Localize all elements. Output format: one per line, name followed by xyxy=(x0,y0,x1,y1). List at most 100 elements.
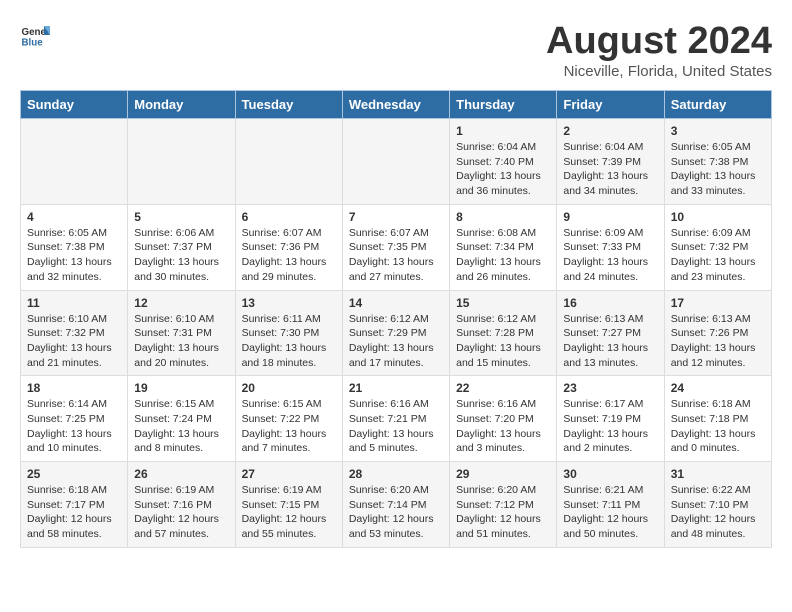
day-number: 2 xyxy=(563,124,657,138)
day-number: 4 xyxy=(27,210,121,224)
day-number: 11 xyxy=(27,296,121,310)
weekday-header-tuesday: Tuesday xyxy=(235,91,342,119)
day-number: 26 xyxy=(134,467,228,481)
calendar-cell: 13 Sunrise: 6:11 AM Sunset: 7:30 PM Dayli… xyxy=(235,290,342,376)
day-info: Sunrise: 6:19 AM Sunset: 7:16 PM Dayligh… xyxy=(134,483,228,542)
day-info: Sunrise: 6:14 AM Sunset: 7:25 PM Dayligh… xyxy=(27,397,121,456)
day-info: Sunrise: 6:20 AM Sunset: 7:12 PM Dayligh… xyxy=(456,483,550,542)
calendar-cell: 22 Sunrise: 6:16 AM Sunset: 7:20 PM Dayli… xyxy=(450,376,557,462)
calendar-cell: 2 Sunrise: 6:04 AM Sunset: 7:39 PM Daylig… xyxy=(557,119,664,205)
calendar-cell: 23 Sunrise: 6:17 AM Sunset: 7:19 PM Dayli… xyxy=(557,376,664,462)
day-number: 6 xyxy=(242,210,336,224)
day-number: 30 xyxy=(563,467,657,481)
calendar-cell: 3 Sunrise: 6:05 AM Sunset: 7:38 PM Daylig… xyxy=(664,119,771,205)
calendar-cell: 18 Sunrise: 6:14 AM Sunset: 7:25 PM Dayli… xyxy=(21,376,128,462)
calendar-cell: 5 Sunrise: 6:06 AM Sunset: 7:37 PM Daylig… xyxy=(128,204,235,290)
calendar-cell: 20Sunrise: 6:15 AM Sunset: 7:22 PM Dayli… xyxy=(235,376,342,462)
day-number: 9 xyxy=(563,210,657,224)
day-info: Sunrise: 6:05 AM Sunset: 7:38 PM Dayligh… xyxy=(27,226,121,285)
calendar-cell: 8 Sunrise: 6:08 AM Sunset: 7:34 PM Daylig… xyxy=(450,204,557,290)
day-info: Sunrise: 6:15 AM Sunset: 7:24 PM Dayligh… xyxy=(134,397,228,456)
calendar-cell xyxy=(128,119,235,205)
day-number: 7 xyxy=(349,210,443,224)
day-info: Sunrise: 6:08 AM Sunset: 7:34 PM Dayligh… xyxy=(456,226,550,285)
day-info: Sunrise: 6:19 AM Sunset: 7:15 PM Dayligh… xyxy=(242,483,336,542)
day-info: Sunrise: 6:13 AM Sunset: 7:26 PM Dayligh… xyxy=(671,312,765,371)
weekday-header-wednesday: Wednesday xyxy=(342,91,449,119)
calendar-cell: 24 Sunrise: 6:18 AM Sunset: 7:18 PM Dayli… xyxy=(664,376,771,462)
calendar-cell: 14 Sunrise: 6:12 AM Sunset: 7:29 PM Dayli… xyxy=(342,290,449,376)
calendar-cell: 28 Sunrise: 6:20 AM Sunset: 7:14 PM Dayli… xyxy=(342,462,449,548)
calendar-cell: 31 Sunrise: 6:22 AM Sunset: 7:10 PM Dayli… xyxy=(664,462,771,548)
day-info: Sunrise: 6:10 AM Sunset: 7:31 PM Dayligh… xyxy=(134,312,228,371)
day-info: Sunrise: 6:21 AM Sunset: 7:11 PM Dayligh… xyxy=(563,483,657,542)
day-info: Sunrise: 6:07 AM Sunset: 7:35 PM Dayligh… xyxy=(349,226,443,285)
weekday-header-saturday: Saturday xyxy=(664,91,771,119)
day-number: 28 xyxy=(349,467,443,481)
calendar-week-1: 1 Sunrise: 6:04 AM Sunset: 7:40 PM Daylig… xyxy=(21,119,772,205)
day-info: Sunrise: 6:12 AM Sunset: 7:28 PM Dayligh… xyxy=(456,312,550,371)
day-info: Sunrise: 6:22 AM Sunset: 7:10 PM Dayligh… xyxy=(671,483,765,542)
day-number: 8 xyxy=(456,210,550,224)
day-info: Sunrise: 6:16 AM Sunset: 7:20 PM Dayligh… xyxy=(456,397,550,456)
calendar-cell: 12Sunrise: 6:10 AM Sunset: 7:31 PM Dayli… xyxy=(128,290,235,376)
calendar-cell: 16 Sunrise: 6:13 AM Sunset: 7:27 PM Dayli… xyxy=(557,290,664,376)
day-number: 5 xyxy=(134,210,228,224)
day-info: Sunrise: 6:06 AM Sunset: 7:37 PM Dayligh… xyxy=(134,226,228,285)
calendar-cell: 26 Sunrise: 6:19 AM Sunset: 7:16 PM Dayli… xyxy=(128,462,235,548)
day-info: Sunrise: 6:15 AM Sunset: 7:22 PM Dayligh… xyxy=(242,397,336,456)
logo: General Blue xyxy=(20,20,50,50)
day-info: Sunrise: 6:13 AM Sunset: 7:27 PM Dayligh… xyxy=(563,312,657,371)
calendar-cell: 17Sunrise: 6:13 AM Sunset: 7:26 PM Dayli… xyxy=(664,290,771,376)
calendar-cell: 1 Sunrise: 6:04 AM Sunset: 7:40 PM Daylig… xyxy=(450,119,557,205)
calendar-week-4: 18 Sunrise: 6:14 AM Sunset: 7:25 PM Dayli… xyxy=(21,376,772,462)
day-number: 27 xyxy=(242,467,336,481)
day-number: 3 xyxy=(671,124,765,138)
day-info: Sunrise: 6:10 AM Sunset: 7:32 PM Dayligh… xyxy=(27,312,121,371)
calendar-cell: 25Sunrise: 6:18 AM Sunset: 7:17 PM Dayli… xyxy=(21,462,128,548)
calendar-week-2: 4 Sunrise: 6:05 AM Sunset: 7:38 PM Daylig… xyxy=(21,204,772,290)
day-info: Sunrise: 6:16 AM Sunset: 7:21 PM Dayligh… xyxy=(349,397,443,456)
day-number: 18 xyxy=(27,381,121,395)
day-info: Sunrise: 6:18 AM Sunset: 7:18 PM Dayligh… xyxy=(671,397,765,456)
day-number: 1 xyxy=(456,124,550,138)
day-number: 22 xyxy=(456,381,550,395)
day-info: Sunrise: 6:07 AM Sunset: 7:36 PM Dayligh… xyxy=(242,226,336,285)
calendar-cell: 11 Sunrise: 6:10 AM Sunset: 7:32 PM Dayli… xyxy=(21,290,128,376)
day-number: 19 xyxy=(134,381,228,395)
day-number: 10 xyxy=(671,210,765,224)
weekday-header-thursday: Thursday xyxy=(450,91,557,119)
calendar-cell: 21 Sunrise: 6:16 AM Sunset: 7:21 PM Dayli… xyxy=(342,376,449,462)
page-header: General Blue August 2024 Niceville, Flor… xyxy=(20,20,772,80)
day-info: Sunrise: 6:17 AM Sunset: 7:19 PM Dayligh… xyxy=(563,397,657,456)
weekday-header-sunday: Sunday xyxy=(21,91,128,119)
weekday-header-monday: Monday xyxy=(128,91,235,119)
day-number: 31 xyxy=(671,467,765,481)
day-number: 13 xyxy=(242,296,336,310)
day-info: Sunrise: 6:11 AM Sunset: 7:30 PM Dayligh… xyxy=(242,312,336,371)
day-number: 16 xyxy=(563,296,657,310)
calendar-cell: 9Sunrise: 6:09 AM Sunset: 7:33 PM Daylig… xyxy=(557,204,664,290)
calendar-cell: 29 Sunrise: 6:20 AM Sunset: 7:12 PM Dayli… xyxy=(450,462,557,548)
day-number: 14 xyxy=(349,296,443,310)
day-number: 24 xyxy=(671,381,765,395)
calendar-cell xyxy=(21,119,128,205)
day-number: 21 xyxy=(349,381,443,395)
day-info: Sunrise: 6:18 AM Sunset: 7:17 PM Dayligh… xyxy=(27,483,121,542)
calendar-cell: 15Sunrise: 6:12 AM Sunset: 7:28 PM Dayli… xyxy=(450,290,557,376)
day-info: Sunrise: 6:20 AM Sunset: 7:14 PM Dayligh… xyxy=(349,483,443,542)
day-number: 29 xyxy=(456,467,550,481)
calendar-cell xyxy=(235,119,342,205)
day-number: 23 xyxy=(563,381,657,395)
day-info: Sunrise: 6:09 AM Sunset: 7:32 PM Dayligh… xyxy=(671,226,765,285)
calendar-table: SundayMondayTuesdayWednesdayThursdayFrid… xyxy=(20,90,772,548)
day-info: Sunrise: 6:05 AM Sunset: 7:38 PM Dayligh… xyxy=(671,140,765,199)
day-info: Sunrise: 6:12 AM Sunset: 7:29 PM Dayligh… xyxy=(349,312,443,371)
calendar-cell: 27 Sunrise: 6:19 AM Sunset: 7:15 PM Dayli… xyxy=(235,462,342,548)
day-info: Sunrise: 6:04 AM Sunset: 7:39 PM Dayligh… xyxy=(563,140,657,199)
calendar-cell: 6 Sunrise: 6:07 AM Sunset: 7:36 PM Daylig… xyxy=(235,204,342,290)
calendar-cell: 4 Sunrise: 6:05 AM Sunset: 7:38 PM Daylig… xyxy=(21,204,128,290)
calendar-header-row: SundayMondayTuesdayWednesdayThursdayFrid… xyxy=(21,91,772,119)
calendar-cell: 30 Sunrise: 6:21 AM Sunset: 7:11 PM Dayli… xyxy=(557,462,664,548)
day-info: Sunrise: 6:04 AM Sunset: 7:40 PM Dayligh… xyxy=(456,140,550,199)
